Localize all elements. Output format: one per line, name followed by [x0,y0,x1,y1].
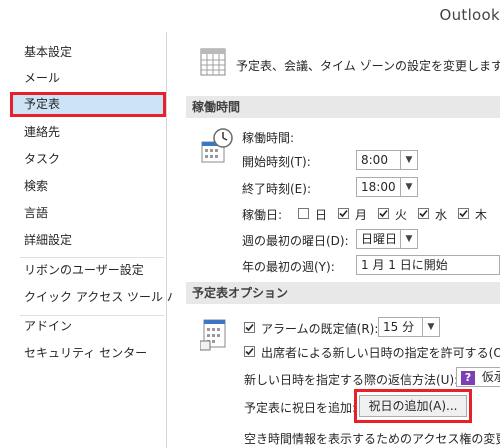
work-time-clock-icon [200,128,234,167]
first-week-of-year-label: 年の最初の週(Y): [242,260,335,274]
calendar-options-section-header: 予定表オプション [186,282,500,304]
alarm-default-value: 15 分 [383,320,415,334]
nav-item-mail[interactable]: メール [10,66,166,91]
work-days-label: 稼働日: [242,208,283,222]
nav-item-general[interactable]: 基本設定 [10,40,166,65]
work-time-heading: 稼働時間: [242,131,295,145]
checkmark-icon [459,209,468,218]
window-title: Outlook [439,6,500,24]
calendar-grid-icon [200,48,226,79]
start-time-label: 開始時刻(T): [242,155,311,169]
nav-item-trust-center[interactable]: セキュリティ センター [10,341,166,366]
first-day-of-week-dropdown[interactable]: 日曜日 ▼ [356,229,418,249]
nav-item-search[interactable]: 検索 [10,174,166,199]
day-checkbox-monday[interactable] [338,208,349,219]
work-time-section-header: 稼働時間 [186,96,500,118]
calendar-options-icon [199,319,226,354]
nav-item-advanced[interactable]: 詳細設定 [10,228,166,253]
allow-propose-new-time-checkbox[interactable] [244,346,255,357]
first-week-of-year-dropdown[interactable]: 1 月 1 日に開始 [356,255,500,275]
chevron-down-icon[interactable]: ▼ [400,230,417,248]
chevron-down-icon[interactable]: ▼ [400,178,417,196]
add-holidays-button[interactable]: 祝日の追加(A)... [359,395,467,417]
alarm-default-dropdown[interactable]: 15 分 ▼ [378,317,440,337]
reply-method-label: 新しい日時を指定する際の返信方法(U): [244,373,459,387]
options-content: 予定表、会議、タイム ゾーンの設定を変更します。 稼働時間 稼働時間: 開始時刻… [172,32,500,448]
first-day-of-week-value: 日曜日 [361,232,398,246]
allow-propose-new-time-label: 出席者による新しい日時の指定を許可する(O) [261,346,500,360]
nav-item-quick-access-toolbar[interactable]: クイック アクセス ツール バー [10,285,191,310]
header-description: 予定表、会議、タイム ゾーンの設定を変更します。 [236,59,500,73]
nav-item-customize-ribbon[interactable]: リボンのユーザー設定 [10,258,166,283]
alarm-default-label: アラームの既定値(R): [261,322,379,336]
checkmark-icon [339,209,348,218]
day-label-tuesday: 火 [395,208,408,222]
checkmark-icon [419,209,428,218]
start-time-dropdown[interactable]: 8:00 ▼ [356,150,418,170]
start-time-value: 8:00 [361,153,388,167]
nav-item-language[interactable]: 言語 [10,201,166,226]
chevron-down-icon[interactable]: ▼ [400,151,417,169]
add-holidays-label: 予定表に祝日を追加: [244,401,357,415]
nav-item-contacts[interactable]: 連絡先 [10,120,166,145]
reply-method-dropdown[interactable]: ? 仮承 [456,367,500,387]
nav-item-add-ins[interactable]: アドイン [10,314,166,339]
day-checkbox-sunday[interactable] [298,208,309,219]
options-nav: 基本設定 メール 予定表 連絡先 タスク 検索 言語 詳細設定 リボンのユーザー… [10,32,191,448]
question-icon: ? [461,370,475,385]
checkmark-icon [245,323,254,332]
end-time-label: 終了時刻(E): [242,182,311,196]
end-time-value: 18:00 [361,180,396,194]
checkmark-icon [379,209,388,218]
free-busy-permissions-label: 空き時間情報を表示するためのアクセス権の変更: [244,432,500,446]
first-day-of-week-label: 週の最初の曜日(D): [242,234,349,248]
day-checkbox-tuesday[interactable] [378,208,389,219]
first-week-of-year-value: 1 月 1 日に開始 [361,258,448,272]
day-label-thursday: 木 [475,208,488,222]
chevron-down-icon[interactable]: ▼ [422,318,439,336]
alarm-default-checkbox[interactable] [244,322,255,333]
day-label-wednesday: 水 [435,208,448,222]
checkmark-icon [245,347,254,356]
title-bar: Outlook [0,0,500,30]
day-checkbox-wednesday[interactable] [418,208,429,219]
nav-item-calendar[interactable]: 予定表 [10,92,166,117]
nav-item-tasks[interactable]: タスク [10,147,166,172]
day-checkbox-thursday[interactable] [458,208,469,219]
reply-method-value: 仮承 [481,370,500,384]
day-label-sunday: 日 [315,208,328,222]
end-time-dropdown[interactable]: 18:00 ▼ [356,177,418,197]
day-label-monday: 月 [355,208,368,222]
